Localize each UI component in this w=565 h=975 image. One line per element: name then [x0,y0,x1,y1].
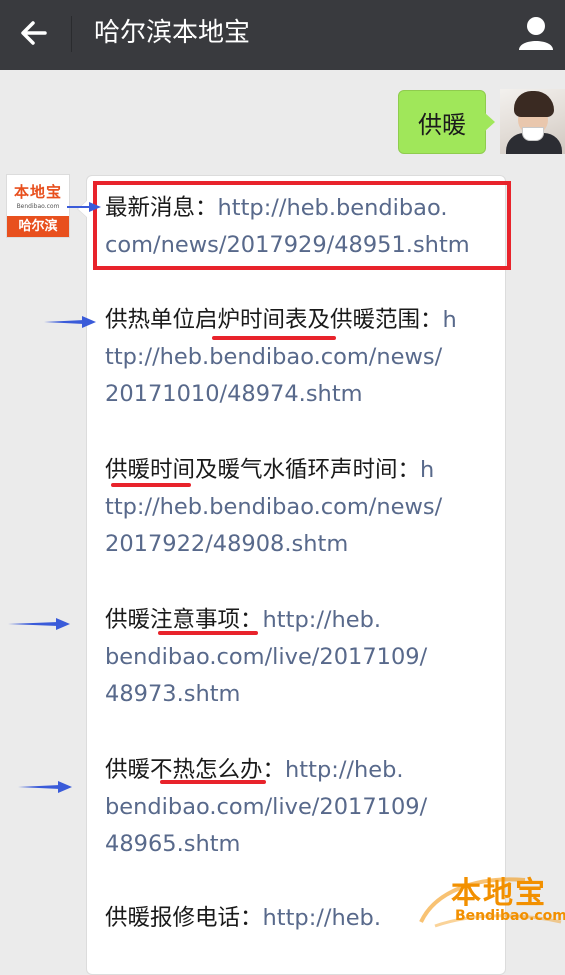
item-link[interactable]: http://heb. [263,905,381,931]
item-label: 间及暖气水循环声时间： [172,457,421,483]
item-link[interactable]: ttp://heb.bendibao.com/news/ [105,339,442,376]
arrow-annotation-icon [18,781,72,793]
user-icon[interactable] [517,14,555,52]
arrow-annotation-icon [8,618,70,630]
item-label: ： [240,607,263,633]
watermark-subtext: Bendibao.com [455,908,565,924]
sender-logo-subtext: Bendibao.com [16,203,60,210]
sender-logo-text: 本地宝 [13,183,62,201]
item-link[interactable]: bendibao.com/live/2017109/ [105,639,427,676]
arrow-left-icon[interactable] [18,17,50,49]
watermark: 本地宝 Bendibao.com [415,868,565,928]
item-label: 供暖 [105,757,151,783]
item-link[interactable]: 20171010/48974.shtm [105,376,363,413]
highlight-box [93,181,511,270]
arrow-annotation-icon [44,316,96,328]
item-label: 供热单位 [105,307,196,333]
item-label: 供暖报修电话： [105,905,263,931]
reply-line: 供暖报修电话：http://heb. [105,900,381,937]
item-label: ： [262,757,286,783]
item-link[interactable]: ttp://heb.bendibao.com/news/ [105,489,442,526]
arrow-annotation-icon [67,202,101,212]
highlight-underline [212,336,336,340]
header-divider [71,16,72,52]
item-label-highlight: 启炉时间表 [195,307,308,333]
highlight-underline [160,780,266,784]
highlight-underline [111,483,191,487]
item-link[interactable]: bendibao.com/live/2017109/ [105,789,427,826]
sender-logo-city: 哈尔滨 [7,216,69,237]
item-link[interactable]: 48965.shtm [105,826,240,863]
item-label: 供暖 [105,607,151,633]
item-link[interactable]: http://heb. [285,757,403,783]
item-link[interactable]: 2017922/48908.shtm [105,526,348,563]
item-link[interactable]: h [420,457,434,483]
sent-message-bubble[interactable]: 供暖 [398,90,495,154]
watermark-text: 本地宝 [451,876,547,911]
sender-avatar[interactable]: 本地宝 Bendibao.com 哈尔滨 [6,174,70,238]
item-link[interactable]: 48973.shtm [105,676,240,713]
highlight-underline [158,631,258,635]
chat-title: 哈尔滨本地宝 [94,18,251,48]
item-label: 及供暖范围： [307,307,443,333]
item-link[interactable]: http://heb. [263,607,381,633]
title-bar: 哈尔滨本地宝 [0,0,565,70]
reply-line: 供热单位启炉时间表及供暖范围：h [105,302,457,339]
self-avatar[interactable] [500,89,565,154]
item-link[interactable]: h [443,307,457,333]
sent-message-text: 供暖 [418,110,466,139]
